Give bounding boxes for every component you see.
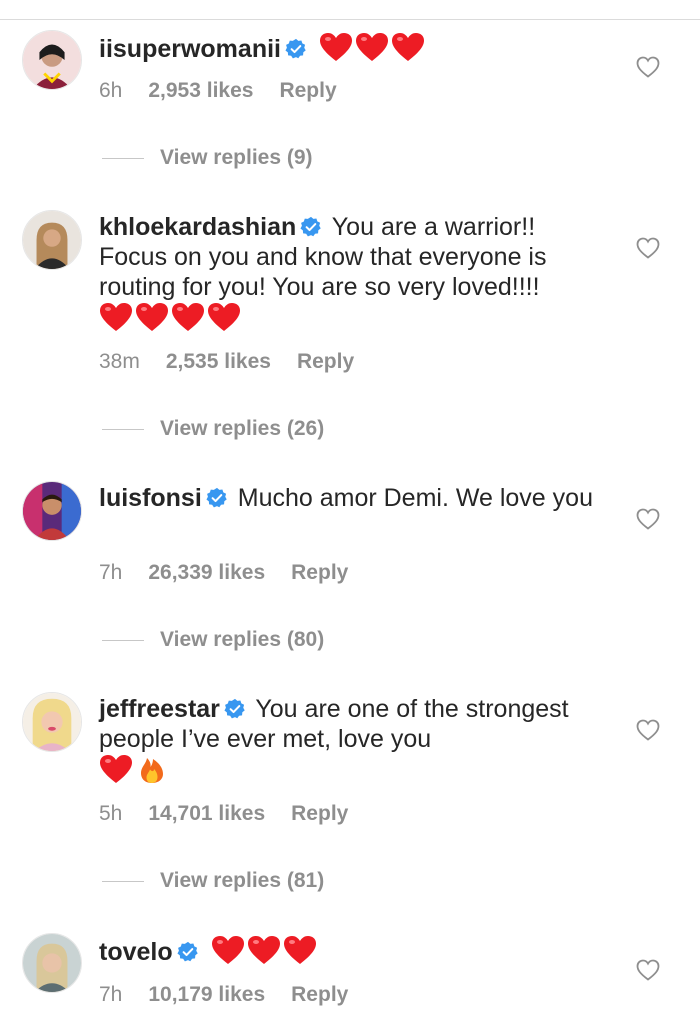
red-heart-icon <box>355 32 389 62</box>
comment-meta: 7h 10,179 likes Reply <box>99 983 374 1007</box>
red-heart-icon <box>99 754 133 784</box>
emoji-row <box>99 302 599 334</box>
comment-body: jeffreestar You are one of the strongest… <box>99 694 599 786</box>
username[interactable]: iisuperwomanii <box>99 35 281 63</box>
top-divider <box>0 19 700 20</box>
timestamp[interactable]: 38m <box>99 350 140 373</box>
verified-badge-icon <box>224 698 246 720</box>
red-heart-icon <box>207 302 241 332</box>
emoji-row <box>99 754 599 786</box>
avatar[interactable] <box>22 210 82 270</box>
reply-button[interactable]: Reply <box>297 350 354 373</box>
verified-badge-icon <box>300 216 322 238</box>
comment-body: khloekardashian You are a warrior!! Focu… <box>99 212 599 334</box>
replies-divider <box>102 157 144 159</box>
likes-count[interactable]: 26,339 likes <box>148 561 265 584</box>
reply-button[interactable]: Reply <box>291 561 348 584</box>
reply-button[interactable]: Reply <box>291 983 348 1006</box>
replies-divider <box>102 639 144 641</box>
verified-badge-icon <box>206 487 228 509</box>
fire-icon <box>135 754 169 784</box>
view-replies-label: View replies (80) <box>160 628 325 651</box>
likes-count[interactable]: 10,179 likes <box>148 983 265 1006</box>
timestamp[interactable]: 5h <box>99 802 122 825</box>
avatar[interactable] <box>22 692 82 752</box>
like-heart-icon[interactable] <box>636 56 660 78</box>
like-heart-icon[interactable] <box>636 959 660 981</box>
verified-badge-icon <box>285 38 307 60</box>
view-replies-label: View replies (26) <box>160 417 325 440</box>
red-heart-icon <box>211 935 245 965</box>
avatar[interactable] <box>22 481 82 541</box>
username[interactable]: khloekardashian <box>99 213 296 241</box>
likes-count[interactable]: 2,535 likes <box>166 350 271 373</box>
red-heart-icon <box>391 32 425 62</box>
red-heart-icon <box>135 302 169 332</box>
username[interactable]: jeffreestar <box>99 695 220 723</box>
view-replies-button[interactable]: View replies (81) <box>102 869 324 893</box>
replies-divider <box>102 880 144 882</box>
like-heart-icon[interactable] <box>636 719 660 741</box>
view-replies-button[interactable]: View replies (80) <box>102 628 324 652</box>
username[interactable]: tovelo <box>99 938 173 966</box>
avatar[interactable] <box>22 933 82 993</box>
comment-meta: 5h 14,701 likes Reply <box>99 802 374 826</box>
red-heart-icon <box>283 935 317 965</box>
verified-badge-icon <box>177 941 199 963</box>
like-heart-icon[interactable] <box>636 237 660 259</box>
reply-button[interactable]: Reply <box>279 79 336 102</box>
reply-button[interactable]: Reply <box>291 802 348 825</box>
comment-meta: 6h 2,953 likes Reply <box>99 79 363 103</box>
comment-body: tovelo <box>99 935 599 967</box>
red-heart-icon <box>319 32 353 62</box>
comment-text: Mucho amor Demi. We love you <box>230 484 593 512</box>
like-heart-icon[interactable] <box>636 508 660 530</box>
comment-meta: 38m 2,535 likes Reply <box>99 350 380 374</box>
likes-count[interactable]: 2,953 likes <box>148 79 253 102</box>
avatar[interactable] <box>22 30 82 90</box>
username[interactable]: luisfonsi <box>99 484 202 512</box>
comment-body: luisfonsi Mucho amor Demi. We love you <box>99 483 599 513</box>
view-replies-button[interactable]: View replies (9) <box>102 146 313 170</box>
view-replies-label: View replies (81) <box>160 869 325 892</box>
replies-divider <box>102 428 144 430</box>
timestamp[interactable]: 7h <box>99 561 122 584</box>
likes-count[interactable]: 14,701 likes <box>148 802 265 825</box>
red-heart-icon <box>99 302 133 332</box>
timestamp[interactable]: 7h <box>99 983 122 1006</box>
comment-body: iisuperwomanii <box>99 32 599 64</box>
red-heart-icon <box>171 302 205 332</box>
comment-meta: 7h 26,339 likes Reply <box>99 561 374 585</box>
red-heart-icon <box>247 935 281 965</box>
timestamp[interactable]: 6h <box>99 79 122 102</box>
view-replies-label: View replies (9) <box>160 146 313 169</box>
view-replies-button[interactable]: View replies (26) <box>102 417 324 441</box>
